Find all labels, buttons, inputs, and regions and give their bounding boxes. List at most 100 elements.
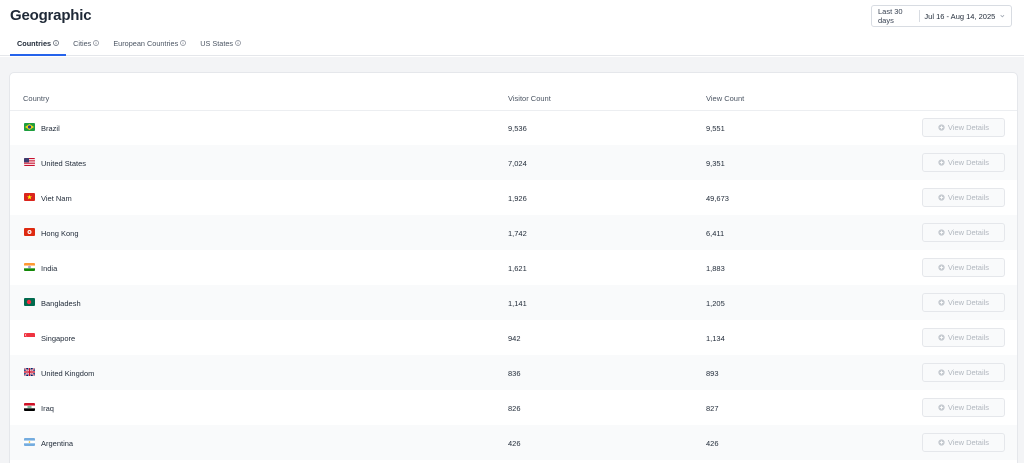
view-count: 49,673 <box>706 194 729 203</box>
plus-circle-icon <box>938 439 945 446</box>
view-count: 426 <box>706 439 719 448</box>
view-details-button[interactable]: View Details <box>922 398 1005 417</box>
date-divider <box>918 10 920 22</box>
view-count: 827 <box>706 404 719 413</box>
table-row: Brazil 9,536 9,551 View Details <box>10 110 1017 145</box>
table-row: Iraq 826 827 View Details <box>10 390 1017 425</box>
tab-us-states[interactable]: US States <box>193 36 248 56</box>
table-row: Viet Nam 1,926 49,673 View Details <box>10 180 1017 215</box>
chevron-down-icon <box>1000 14 1005 18</box>
viet-nam-flag-icon <box>24 193 35 201</box>
country-name: India <box>41 264 58 273</box>
visitor-count: 9,536 <box>508 124 527 133</box>
visitor-count: 1,621 <box>508 264 527 273</box>
country-name: Bangladesh <box>41 299 81 308</box>
view-count: 9,551 <box>706 124 725 133</box>
visitor-count: 826 <box>508 404 521 413</box>
plus-circle-icon <box>938 124 945 131</box>
visitor-count: 1,742 <box>508 229 527 238</box>
table-row: United States 7,024 9,351 View Details <box>10 145 1017 180</box>
table-row: India 1,621 1,883 View Details <box>10 250 1017 285</box>
view-details-button[interactable]: View Details <box>922 188 1005 207</box>
country-name: Viet Nam <box>41 194 72 203</box>
view-details-label: View Details <box>947 333 990 342</box>
visitor-count: 1,926 <box>508 194 527 203</box>
table-row: United Kingdom 836 893 View Details <box>10 355 1017 390</box>
view-details-button[interactable]: View Details <box>922 328 1005 347</box>
table-row: Hong Kong 1,742 6,411 View Details <box>10 215 1017 250</box>
view-count: 9,351 <box>706 159 725 168</box>
tab-cities[interactable]: Cities <box>66 36 106 56</box>
visitor-count: 7,024 <box>508 159 527 168</box>
bangladesh-flag-icon <box>24 298 35 306</box>
united-kingdom-flag-icon <box>24 368 35 376</box>
country-name: Singapore <box>41 334 76 343</box>
table-row: Argentina 426 426 View Details <box>10 425 1017 460</box>
argentina-flag-icon <box>24 438 35 446</box>
plus-circle-icon <box>938 264 945 271</box>
view-details-label: View Details <box>947 193 990 202</box>
plus-circle-icon <box>938 404 945 411</box>
view-details-button[interactable]: View Details <box>922 258 1005 277</box>
view-count: 1,205 <box>706 299 725 308</box>
info-icon <box>93 40 100 46</box>
info-icon <box>53 40 59 46</box>
country-name: Hong Kong <box>41 229 79 238</box>
countries-table-card: Country Visitor Count View Count Brazil … <box>9 72 1018 463</box>
table-row: Bangladesh 1,141 1,205 View Details <box>10 285 1017 320</box>
iraq-flag-icon <box>24 403 35 411</box>
country-name: Iraq <box>41 404 54 413</box>
table-row: Singapore 942 1,134 View Details <box>10 320 1017 355</box>
view-details-label: View Details <box>947 403 990 412</box>
view-details-button[interactable]: View Details <box>922 363 1005 382</box>
tab-label: US States <box>200 39 234 48</box>
page-title: Geographic <box>10 7 92 24</box>
india-flag-icon <box>24 263 35 271</box>
visitor-count: 426 <box>508 439 521 448</box>
column-header-country: Country <box>23 94 50 103</box>
info-icon <box>235 40 241 46</box>
table-header: Country Visitor Count View Count <box>10 87 1017 111</box>
tab-label: Countries <box>17 39 52 48</box>
view-details-button[interactable]: View Details <box>922 433 1005 452</box>
view-details-button[interactable]: View Details <box>922 293 1005 312</box>
view-details-button[interactable]: View Details <box>922 223 1005 242</box>
date-range-label: Jul 16 - Aug 14, 2025 <box>924 11 996 21</box>
singapore-flag-icon <box>24 333 35 341</box>
country-name: United Kingdom <box>41 369 95 378</box>
view-details-label: View Details <box>947 368 990 377</box>
view-details-label: View Details <box>947 438 990 447</box>
country-name: Argentina <box>41 439 74 448</box>
view-details-label: View Details <box>947 263 990 272</box>
date-range-picker[interactable]: Last 30 days Jul 16 - Aug 14, 2025 <box>871 5 1012 27</box>
hong-kong-flag-icon <box>24 228 35 236</box>
plus-circle-icon <box>938 229 945 236</box>
tab-european-countries[interactable]: European Countries <box>106 36 193 56</box>
view-count: 6,411 <box>706 229 725 238</box>
view-details-label: View Details <box>947 123 990 132</box>
view-details-label: View Details <box>947 228 990 237</box>
info-icon <box>180 40 187 46</box>
view-details-button[interactable]: View Details <box>922 118 1005 137</box>
visitor-count: 1,141 <box>508 299 527 308</box>
plus-circle-icon <box>938 159 945 166</box>
plus-circle-icon <box>938 334 945 341</box>
view-count: 1,883 <box>706 264 725 273</box>
date-preset-label: Last 30 days <box>878 7 903 25</box>
view-count: 1,134 <box>706 334 725 343</box>
tab-countries[interactable]: Countries <box>10 36 67 56</box>
page-header: Geographic Last 30 days Jul 16 - Aug 14,… <box>0 0 1024 56</box>
plus-circle-icon <box>938 369 945 376</box>
united-states-flag-icon <box>24 158 35 166</box>
visitor-count: 836 <box>508 369 521 378</box>
plus-circle-icon <box>938 194 945 201</box>
plus-circle-icon <box>938 299 945 306</box>
country-name: United States <box>41 159 87 168</box>
view-details-button[interactable]: View Details <box>922 153 1005 172</box>
column-header-view-count: View Count <box>706 94 745 103</box>
country-name: Brazil <box>41 124 60 133</box>
view-count: 893 <box>706 369 719 378</box>
view-details-label: View Details <box>947 298 990 307</box>
view-details-label: View Details <box>947 158 990 167</box>
tab-label: Cities <box>73 39 92 48</box>
